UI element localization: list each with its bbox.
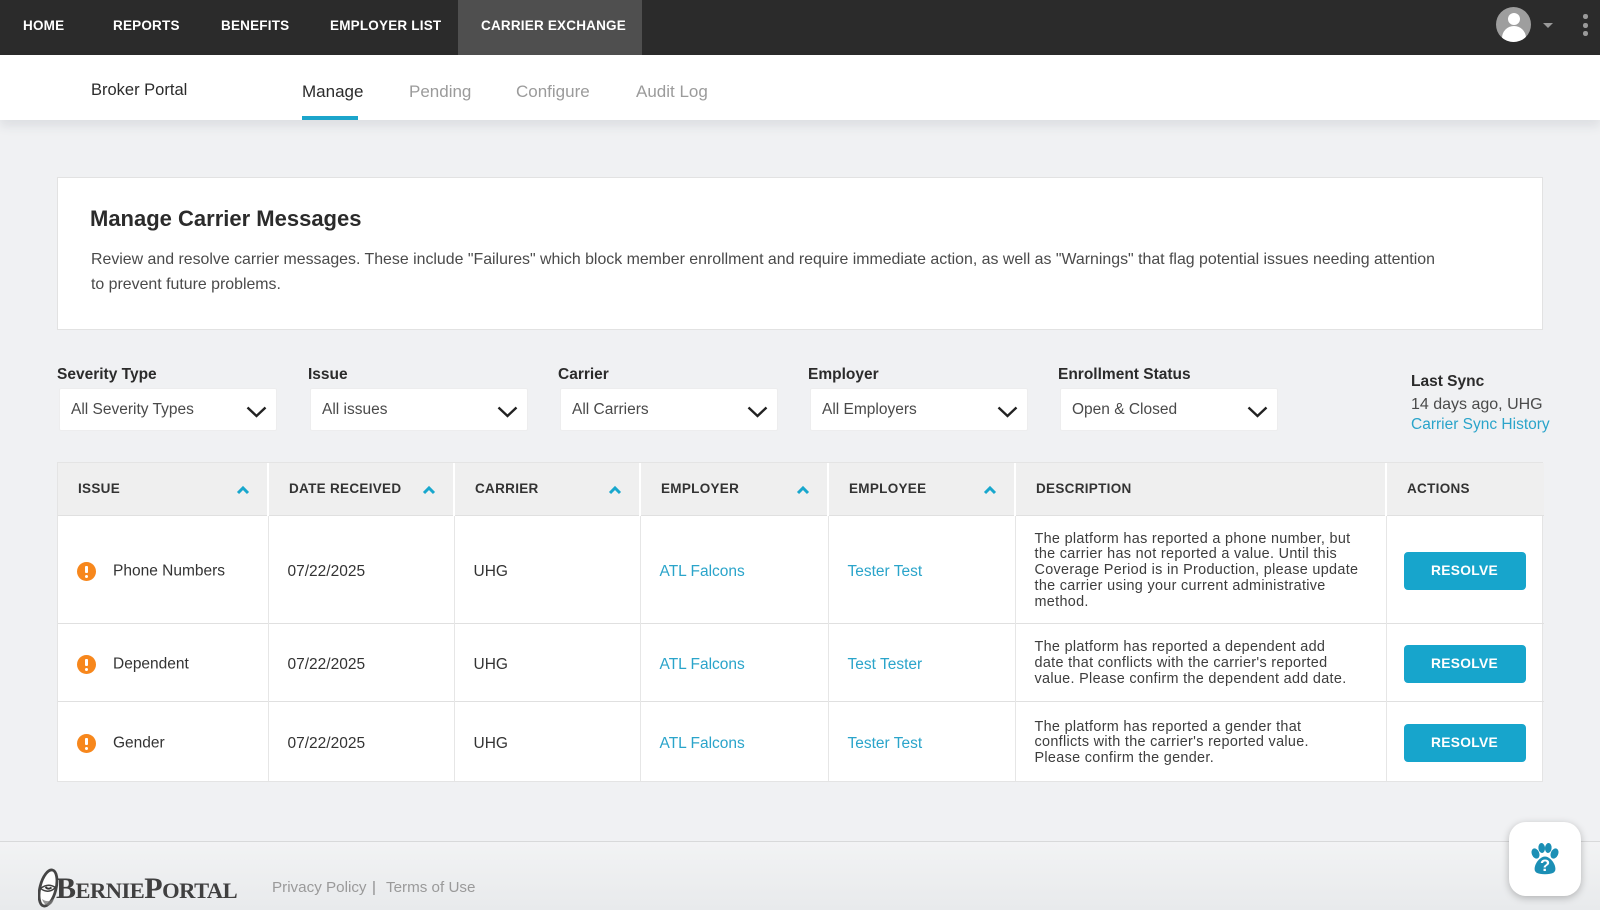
svg-text:BERNIEPORTAL: BERNIEPORTAL [56, 872, 238, 905]
svg-text:?: ? [1540, 857, 1550, 875]
